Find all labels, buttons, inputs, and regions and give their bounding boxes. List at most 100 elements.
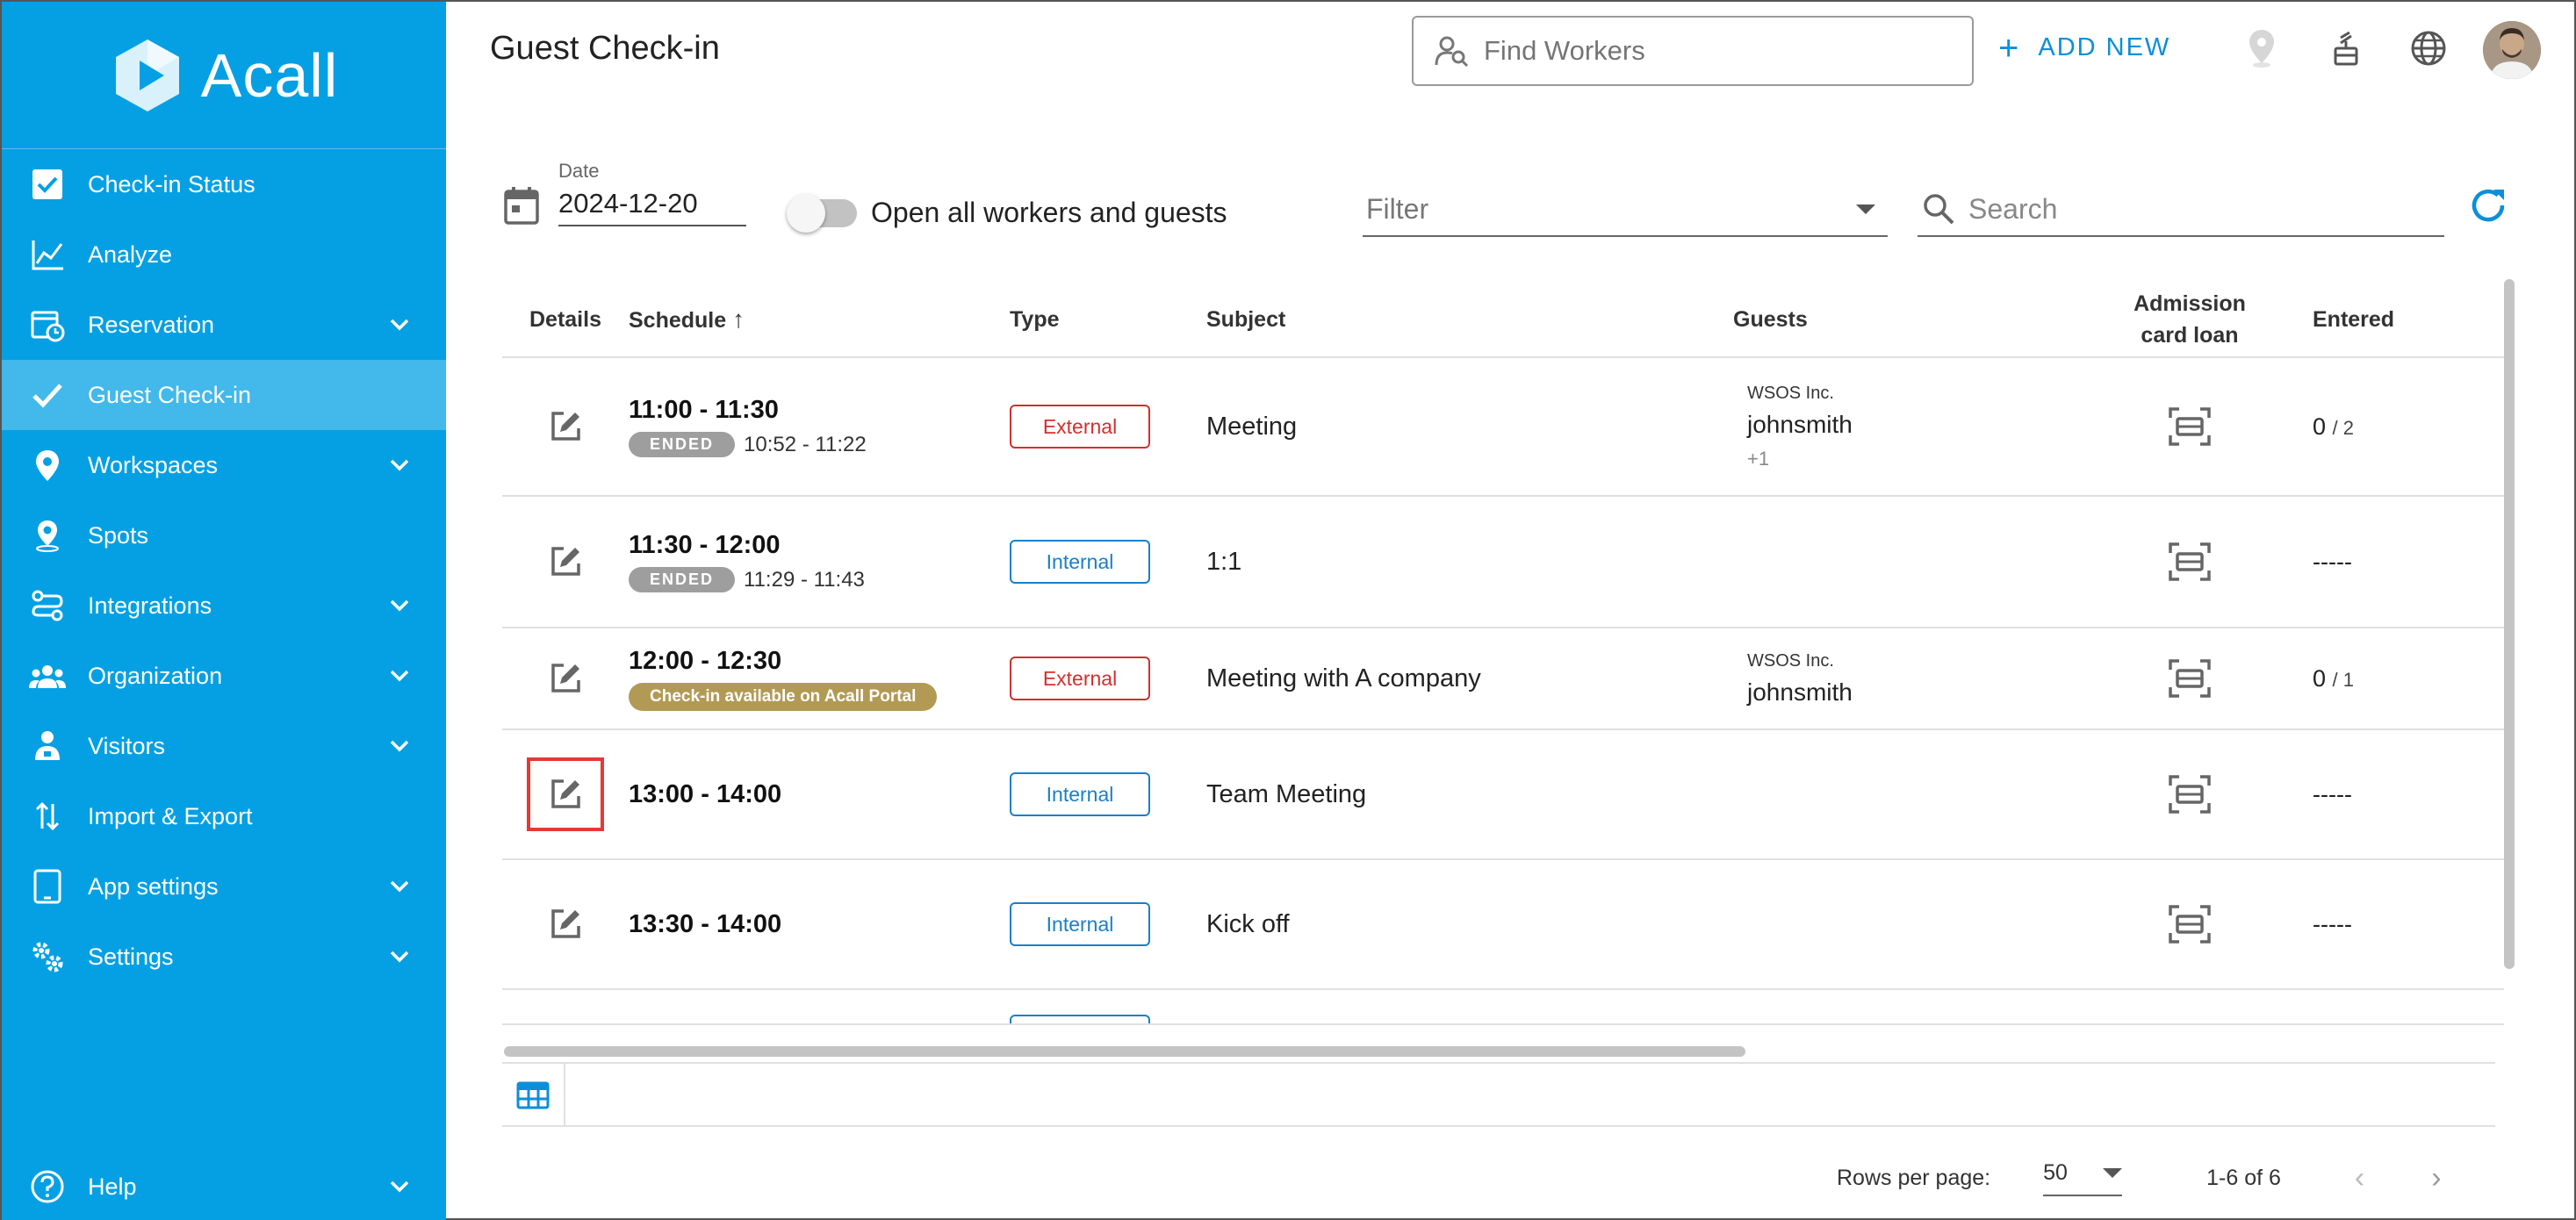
chevron-down-icon: [390, 880, 409, 893]
date-field[interactable]: Date 2024-12-20: [558, 160, 746, 226]
schedule-status: Check-in available on Acall Portal: [629, 682, 1010, 711]
sidebar-item-label: Organization: [88, 662, 223, 689]
sidebar-item-label: Visitors: [88, 732, 166, 759]
edit-icon: [551, 412, 580, 441]
plus-icon: +: [1998, 28, 2021, 68]
chevron-right-icon[interactable]: ›: [2431, 1161, 2441, 1195]
entered-count: 0: [2313, 413, 2327, 440]
brand[interactable]: Acall: [2, 2, 446, 149]
card-scan-icon[interactable]: [2167, 903, 2213, 945]
card-scan-icon[interactable]: [2167, 657, 2213, 700]
check-box-icon: [28, 165, 67, 204]
find-workers-input[interactable]: [1484, 35, 1940, 67]
edit-button[interactable]: [527, 390, 604, 463]
sidebar-item-check-in-status[interactable]: Check-in Status: [2, 149, 446, 219]
open-all-toggle[interactable]: [787, 193, 857, 233]
schedule-status: ENDED 10:52 - 11:22: [629, 432, 1010, 457]
card-scan-icon[interactable]: [2167, 541, 2213, 583]
add-new-label: ADD NEW: [2038, 33, 2171, 61]
column-header-card-loan: Admission card loan: [2084, 288, 2295, 351]
sidebar-item-organization[interactable]: Organization: [2, 641, 446, 711]
details-cell: [502, 887, 629, 961]
avatar[interactable]: [2483, 21, 2541, 79]
sidebar-item-reservation[interactable]: Reservation: [2, 290, 446, 360]
portal-checkin-badge: Check-in available on Acall Portal: [629, 682, 938, 711]
table-view-button[interactable]: [502, 1064, 565, 1127]
actual-time: 10:52 - 11:22: [744, 432, 867, 456]
dropdown-caret-icon: [2103, 1168, 2123, 1178]
card-loan-cell: [2084, 773, 2295, 815]
edit-button[interactable]: [527, 757, 604, 831]
edit-icon: [551, 664, 580, 693]
filter-select[interactable]: Filter: [1363, 183, 1888, 237]
page-info: 1-6 of 6: [2206, 1166, 2281, 1190]
schedule-time: 13:00 - 14:00: [629, 779, 782, 808]
add-new-button[interactable]: + ADD NEW: [1998, 28, 2171, 68]
people-icon: [28, 657, 67, 695]
card-scan-icon[interactable]: [2167, 405, 2213, 448]
rows-per-page-select[interactable]: 50: [2043, 1160, 2123, 1196]
details-cell: [502, 757, 629, 831]
column-header-type: Type: [1010, 306, 1060, 332]
search-field[interactable]: Search: [1918, 183, 2444, 237]
edit-button[interactable]: [527, 887, 604, 961]
person-search-icon: [1435, 36, 1469, 68]
globe-icon[interactable]: [2404, 24, 2453, 73]
table-row: 11:30 - 12:00 ENDED 11:29 - 11:43 Intern…: [502, 497, 2504, 628]
sidebar-item-label: Spots: [88, 521, 149, 549]
sidebar-item-settings[interactable]: Settings: [2, 922, 446, 992]
horizontal-scrollbar[interactable]: [504, 1046, 1745, 1057]
column-header-schedule[interactable]: Schedule ↑: [629, 305, 1010, 334]
vertical-scrollbar[interactable]: [2504, 279, 2515, 969]
schedule-cell: 13:00 - 14:00: [629, 780, 1010, 809]
column-header-subject: Subject: [1206, 306, 1286, 332]
type-cell: External: [1010, 405, 1206, 449]
entered-count: -----: [2313, 548, 2352, 575]
guest-more-count: +1: [1747, 447, 1770, 470]
location-pin-icon[interactable]: [2237, 24, 2286, 73]
sidebar-item-import-export[interactable]: Import & Export: [2, 781, 446, 851]
schedule-time: 11:30 - 12:00: [629, 531, 781, 559]
chevron-down-icon: [390, 319, 409, 331]
type-badge: External: [1010, 657, 1150, 700]
sidebar-item-app-settings[interactable]: App settings: [2, 851, 446, 922]
kiosk-icon[interactable]: [2321, 24, 2371, 73]
search-icon: [1924, 194, 1954, 225]
type-badge: External: [1010, 405, 1150, 449]
type-cell: Internal: [1010, 540, 1206, 584]
edit-button[interactable]: [527, 525, 604, 599]
sidebar-item-workspaces[interactable]: Workspaces: [2, 430, 446, 500]
find-workers-field[interactable]: [1412, 16, 1974, 86]
type-badge: Internal: [1010, 540, 1150, 584]
entered-count: -----: [2313, 910, 2352, 937]
sidebar-item-label: Help: [88, 1173, 137, 1200]
pagination: Rows per page: 50 1-6 of 6 ‹ ›: [1837, 1160, 2442, 1196]
sidebar-item-guest-check-in[interactable]: Guest Check-in: [2, 360, 446, 430]
chevron-down-icon: [390, 1181, 409, 1193]
schedule-header-label: Schedule: [629, 308, 727, 333]
visitor-icon: [28, 727, 67, 765]
date-value: 2024-12-20: [558, 188, 698, 219]
sidebar-item-visitors[interactable]: Visitors: [2, 711, 446, 781]
chevron-left-icon[interactable]: ‹: [2355, 1161, 2364, 1195]
table-footer: [502, 1062, 2495, 1127]
guest-company: WSOS Inc.: [1747, 650, 1834, 671]
sidebar-item-help[interactable]: Help: [2, 1152, 446, 1220]
date-picker[interactable]: Date 2024-12-20: [502, 160, 746, 226]
card-scan-icon[interactable]: [2167, 773, 2213, 815]
refresh-icon[interactable]: [2467, 184, 2509, 226]
sidebar-item-analyze[interactable]: Analyze: [2, 219, 446, 290]
subject-cell: Kick off: [1206, 909, 1290, 938]
dropdown-caret-icon: [1856, 204, 1875, 214]
table-row: 12:00 - 12:30 Check-in available on Acal…: [502, 628, 2504, 730]
table-header: Details Schedule ↑ Type Subject Guests A…: [502, 283, 2504, 358]
sidebar-item-integrations[interactable]: Integrations: [2, 571, 446, 641]
ended-badge: ENDED: [629, 432, 736, 457]
details-cell: [502, 642, 629, 715]
chevron-down-icon: [390, 459, 409, 471]
chevron-down-icon: [390, 670, 409, 682]
sidebar-item-spots[interactable]: Spots: [2, 500, 446, 571]
edit-button[interactable]: [527, 642, 604, 715]
schedule-time: 13:30 - 14:00: [629, 909, 782, 938]
type-badge: Internal: [1010, 772, 1150, 816]
